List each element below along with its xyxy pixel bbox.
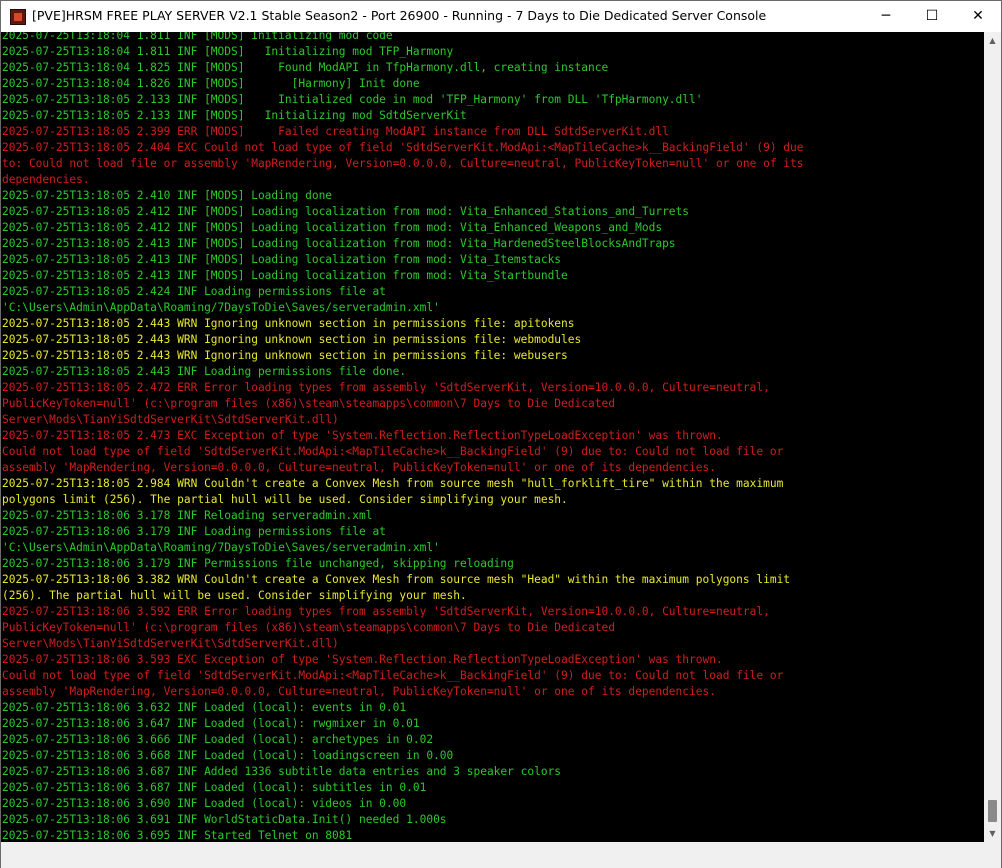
log-list: 2025-07-25T13:18:04 1.811 INF [MODS] Ini…: [2, 32, 804, 842]
log-line-inf: 2025-07-25T13:18:05 2.412 INF [MODS] Loa…: [2, 205, 690, 218]
log-line-inf: 2025-07-25T13:18:05 2.412 INF [MODS] Loa…: [2, 221, 663, 234]
log-line-wrn: 2025-07-25T13:18:05 2.443 WRN Ignoring u…: [2, 333, 582, 346]
log-line-err: Server\Mods\TianYiSdtdServerKit\SdtdServ…: [2, 413, 339, 426]
log-line-inf: 2025-07-25T13:18:06 3.687 INF Loaded (lo…: [2, 781, 427, 794]
log-line-inf: 2025-07-25T13:18:04 1.811 INF [MODS] Ini…: [2, 45, 454, 58]
scrollbar-corner: [984, 842, 1001, 868]
vertical-scrollbar[interactable]: ▲ ▼: [984, 32, 1001, 842]
log-line-inf: 2025-07-25T13:18:04 1.826 INF [MODS] [Ha…: [2, 77, 420, 90]
title-bar[interactable]: [PVE]HRSM FREE PLAY SERVER V2.1 Stable S…: [1, 1, 1001, 32]
log-line-inf: 2025-07-25T13:18:06 3.632 INF Loaded (lo…: [2, 701, 407, 714]
log-line-inf: 2025-07-25T13:18:05 2.413 INF [MODS] Loa…: [2, 237, 676, 250]
console-output[interactable]: 2025-07-25T13:18:04 1.811 INF [MODS] Ini…: [1, 32, 984, 842]
log-line-inf: 2025-07-25T13:18:06 3.691 INF WorldStati…: [2, 813, 447, 826]
log-line-inf: 2025-07-25T13:18:05 2.413 INF [MODS] Loa…: [2, 253, 562, 266]
window-title: [PVE]HRSM FREE PLAY SERVER V2.1 Stable S…: [32, 8, 767, 23]
log-line-exc: Could not load type of field 'SdtdServer…: [2, 445, 784, 458]
console-window: [PVE]HRSM FREE PLAY SERVER V2.1 Stable S…: [0, 0, 1002, 868]
log-line-wrn: 2025-07-25T13:18:05 2.443 WRN Ignoring u…: [2, 317, 575, 330]
log-line-exc: Could not load type of field 'SdtdServer…: [2, 669, 784, 682]
log-line-err: 2025-07-25T13:18:06 3.592 ERR Error load…: [2, 605, 770, 618]
log-line-exc: 2025-07-25T13:18:05 2.473 EXC Exception …: [2, 429, 723, 442]
log-line-inf: 2025-07-25T13:18:06 3.179 INF Permission…: [2, 557, 514, 570]
log-line-inf: 2025-07-25T13:18:06 3.178 INF Reloading …: [2, 509, 373, 522]
log-line-wrn: polygons limit (256). The partial hull w…: [2, 493, 568, 506]
log-line-inf: 2025-07-25T13:18:06 3.668 INF Loaded (lo…: [2, 749, 454, 762]
log-line-inf: 2025-07-25T13:18:05 2.133 INF [MODS] Ini…: [2, 93, 703, 106]
log-line-exc: dependencies.: [2, 173, 90, 186]
minimize-button[interactable]: ─: [863, 1, 909, 32]
log-line-exc: 2025-07-25T13:18:06 3.593 EXC Exception …: [2, 653, 723, 666]
log-line-inf: 2025-07-25T13:18:06 3.179 INF Loading pe…: [2, 525, 386, 538]
log-line-wrn: 2025-07-25T13:18:05 2.443 WRN Ignoring u…: [2, 349, 568, 362]
maximize-button[interactable]: ☐: [909, 1, 955, 32]
log-line-inf: 2025-07-25T13:18:06 3.687 INF Added 1336…: [2, 765, 562, 778]
log-line-inf: 2025-07-25T13:18:05 2.133 INF [MODS] Ini…: [2, 109, 467, 122]
log-line-inf: 2025-07-25T13:18:06 3.647 INF Loaded (lo…: [2, 717, 420, 730]
log-line-err: Server\Mods\TianYiSdtdServerKit\SdtdServ…: [2, 637, 339, 650]
log-line-wrn: (256). The partial hull will be used. Co…: [2, 589, 467, 602]
log-line-inf: 2025-07-25T13:18:04 1.825 INF [MODS] Fou…: [2, 61, 609, 74]
log-line-inf: 2025-07-25T13:18:04 1.811 INF [MODS] Ini…: [2, 32, 393, 42]
log-line-inf: 2025-07-25T13:18:05 2.443 INF Loading pe…: [2, 365, 407, 378]
scroll-thumb[interactable]: [988, 800, 997, 822]
log-line-err: PublicKeyToken=null' (c:\program files (…: [2, 397, 615, 410]
log-line-err: PublicKeyToken=null' (c:\program files (…: [2, 621, 615, 634]
game-app-icon[interactable]: [10, 9, 26, 25]
log-line-inf: 'C:\Users\Admin\AppData\Roaming/7DaysToD…: [2, 541, 440, 554]
log-line-exc: assembly 'MapRendering, Version=0.0.0.0,…: [2, 685, 716, 698]
scroll-up-arrow-icon[interactable]: ▲: [984, 32, 1001, 49]
log-line-exc: assembly 'MapRendering, Version=0.0.0.0,…: [2, 461, 716, 474]
log-line-err: 2025-07-25T13:18:05 2.472 ERR Error load…: [2, 381, 770, 394]
log-line-inf: 2025-07-25T13:18:05 2.413 INF [MODS] Loa…: [2, 269, 568, 282]
log-line-exc: 2025-07-25T13:18:05 2.404 EXC Could not …: [2, 141, 804, 154]
log-line-inf: 2025-07-25T13:18:05 2.410 INF [MODS] Loa…: [2, 189, 333, 202]
log-line-inf: 2025-07-25T13:18:06 3.690 INF Loaded (lo…: [2, 797, 407, 810]
log-line-inf: 2025-07-25T13:18:05 2.424 INF Loading pe…: [2, 285, 386, 298]
log-line-inf: 'C:\Users\Admin\AppData\Roaming/7DaysToD…: [2, 301, 440, 314]
log-line-inf: 2025-07-25T13:18:06 3.695 INF Started Te…: [2, 829, 353, 842]
log-line-exc: to: Could not load file or assembly 'Map…: [2, 157, 804, 170]
scroll-down-arrow-icon[interactable]: ▼: [984, 825, 1001, 842]
close-button[interactable]: ✕: [955, 1, 1001, 32]
log-line-wrn: 2025-07-25T13:18:05 2.984 WRN Couldn't c…: [2, 477, 784, 490]
log-line-err: 2025-07-25T13:18:05 2.399 ERR [MODS] Fai…: [2, 125, 669, 138]
log-line-inf: 2025-07-25T13:18:06 3.666 INF Loaded (lo…: [2, 733, 434, 746]
log-line-wrn: 2025-07-25T13:18:06 3.382 WRN Couldn't c…: [2, 573, 791, 586]
horizontal-scrollbar[interactable]: [1, 842, 984, 868]
